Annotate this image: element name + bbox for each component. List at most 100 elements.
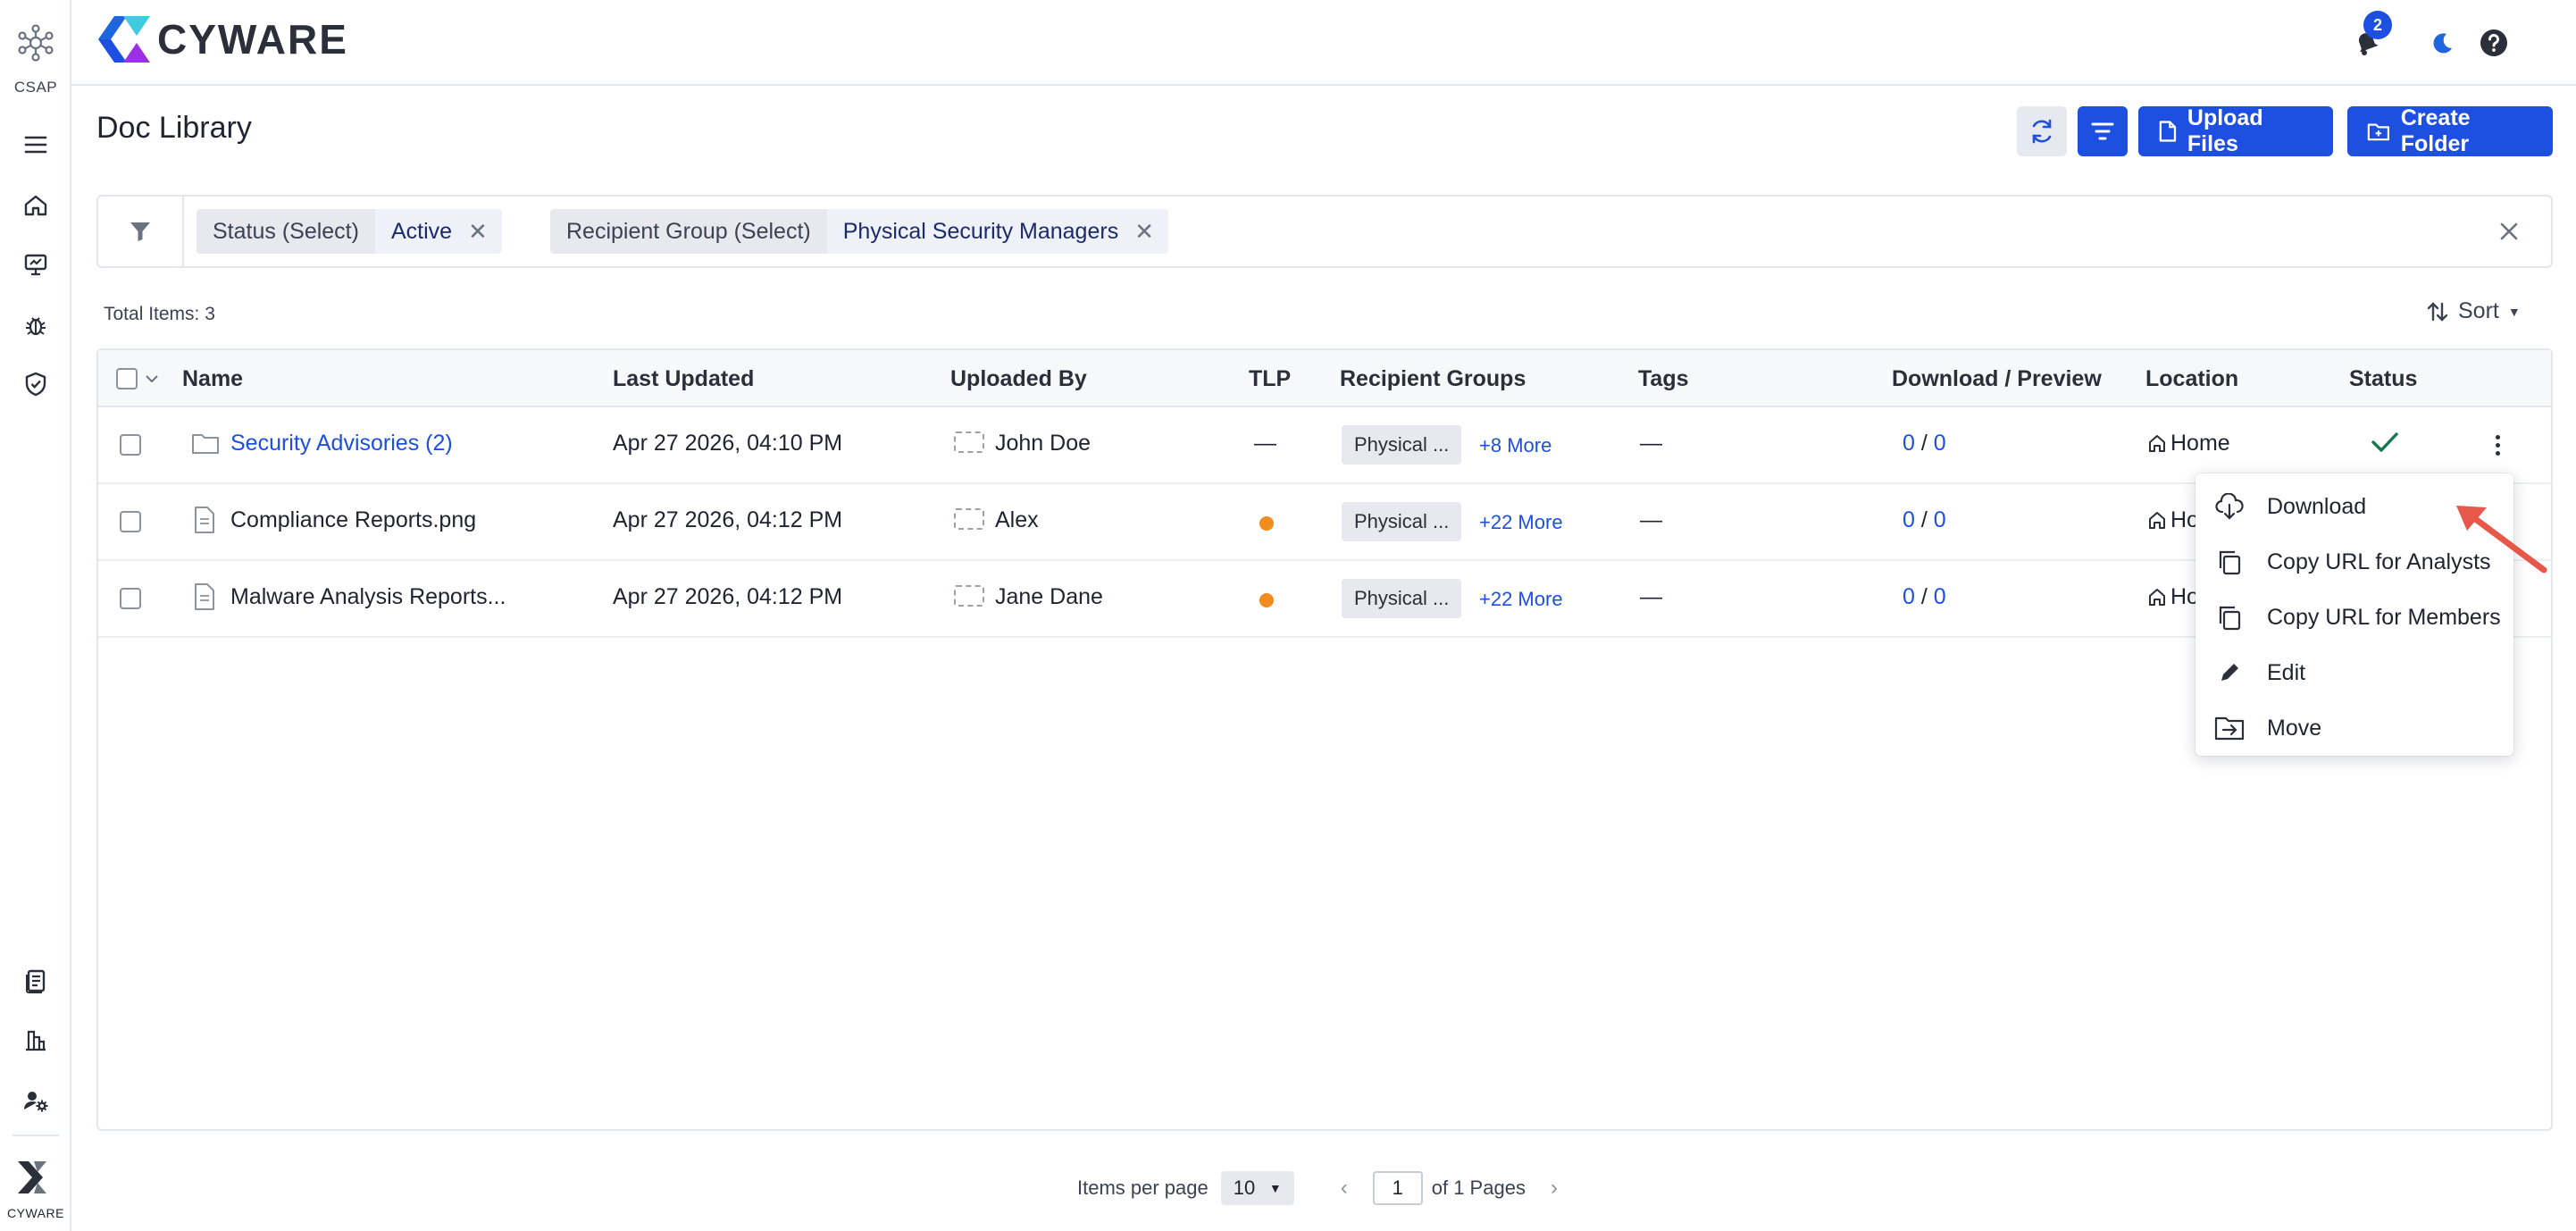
filter-chip-recipient-group: Recipient Group (Select) Physical Securi… (550, 209, 1168, 254)
chevron-down-icon: ▼ (2507, 304, 2521, 319)
filter-chip-status: Status (Select) Active ✕ (197, 209, 502, 254)
menu-item-copy-url-members[interactable]: Copy URL for Members (2195, 590, 2513, 645)
chevron-down-icon[interactable] (145, 373, 159, 384)
row-name[interactable]: Malware Analysis Reports... (230, 584, 506, 610)
row-tags-empty: — (1640, 431, 1662, 456)
more-groups-link[interactable]: +22 More (1479, 588, 1563, 611)
filter-funnel-icon[interactable] (98, 197, 184, 266)
shield-icon[interactable] (20, 368, 52, 400)
row-name-link[interactable]: Security Advisories (2) (230, 431, 453, 456)
user-settings-icon[interactable] (20, 1084, 52, 1117)
status-active-check-icon (2371, 432, 2398, 452)
filter-chip-value-text: Physical Security Managers (842, 218, 1119, 244)
help-icon[interactable] (2476, 25, 2512, 61)
download-count[interactable]: 0 (1903, 431, 1915, 456)
row-location[interactable]: Ho (2147, 584, 2199, 610)
refresh-icon (2032, 119, 2052, 144)
page-title: Doc Library (96, 111, 252, 145)
user-placeholder-icon (954, 431, 984, 454)
home-icon (2149, 435, 2165, 452)
table-row[interactable]: Security Advisories (2) Apr 27 2026, 04:… (98, 407, 2551, 484)
column-header-recipient-groups[interactable]: Recipient Groups (1340, 366, 1526, 392)
sort-button[interactable]: Sort ▼ (2426, 298, 2521, 324)
upload-files-label: Upload Files (2187, 105, 2263, 156)
building-icon[interactable] (20, 1024, 52, 1056)
download-count[interactable]: 0 (1903, 584, 1915, 609)
uploader-name: Jane Dane (995, 584, 1103, 609)
row-last-updated: Apr 27 2026, 04:12 PM (613, 584, 843, 609)
monitor-icon[interactable] (20, 248, 52, 281)
cyware-brand[interactable]: CYWARE (96, 13, 348, 66)
user-placeholder-icon (954, 585, 984, 607)
more-groups-link[interactable]: +8 More (1479, 434, 1551, 457)
remove-filter-icon[interactable]: ✕ (1134, 218, 1154, 246)
recipient-group-pill[interactable]: Physical ... (1342, 502, 1462, 541)
column-header-tags[interactable]: Tags (1638, 366, 1689, 392)
refresh-button[interactable] (2017, 106, 2067, 156)
column-header-tlp[interactable]: TLP (1249, 366, 1291, 392)
column-header-location[interactable]: Location (2145, 366, 2238, 392)
next-page-chevron-icon[interactable]: › (1551, 1176, 1558, 1201)
row-checkbox[interactable] (120, 588, 141, 609)
menu-item-label: Copy URL for Members (2267, 604, 2501, 630)
location-text: Home (2170, 431, 2230, 456)
preview-count[interactable]: 0 (1934, 584, 1946, 609)
menu-item-label: Download (2267, 493, 2367, 519)
row-uploaded-by: John Doe (954, 431, 1091, 456)
preview-count[interactable]: 0 (1934, 431, 1946, 456)
prev-page-chevron-icon[interactable]: ‹ (1341, 1176, 1348, 1201)
document-report-icon[interactable] (20, 965, 52, 997)
row-uploaded-by: Jane Dane (954, 584, 1103, 610)
column-header-status[interactable]: Status (2349, 366, 2417, 392)
recipient-group-pill[interactable]: Physical ... (1342, 579, 1462, 618)
upload-files-button[interactable]: Upload Files (2138, 105, 2333, 156)
documents-table: Name Last Updated Uploaded By TLP Recipi… (96, 348, 2553, 1131)
menu-item-move[interactable]: Move (2195, 700, 2513, 756)
column-header-download-preview[interactable]: Download / Preview (1892, 366, 2102, 392)
download-count[interactable]: 0 (1903, 507, 1915, 532)
folder-move-icon (2212, 710, 2247, 746)
cyware-brand-icon (98, 16, 150, 63)
items-per-page-label: Items per page (1077, 1177, 1209, 1199)
row-location[interactable]: Ho (2147, 507, 2199, 533)
column-header-uploaded-by[interactable]: Uploaded By (950, 366, 1087, 392)
select-all-checkbox[interactable] (116, 368, 138, 389)
pencil-icon (2212, 655, 2247, 691)
hamburger-menu-icon[interactable] (20, 129, 52, 161)
filter-lines-icon (2091, 122, 2114, 140)
row-actions-kebab-icon[interactable] (2485, 429, 2510, 461)
remove-filter-icon[interactable]: ✕ (468, 218, 488, 246)
row-checkbox[interactable] (120, 434, 141, 456)
table-row[interactable]: Malware Analysis Reports... Apr 27 2026,… (98, 561, 2551, 638)
row-name[interactable]: Compliance Reports.png (230, 507, 476, 533)
copy-icon (2212, 544, 2247, 580)
filter-toggle-button[interactable] (2078, 106, 2128, 156)
home-icon (2149, 512, 2165, 529)
clear-filters-icon[interactable] (2494, 216, 2524, 247)
more-groups-link[interactable]: +22 More (1479, 511, 1563, 534)
column-header-last-updated[interactable]: Last Updated (613, 366, 754, 392)
create-folder-label: Create Folder (2400, 105, 2471, 156)
row-tags-empty: — (1640, 507, 1662, 532)
row-location[interactable]: Home (2147, 431, 2230, 456)
home-icon (2149, 589, 2165, 606)
recipient-group-pill[interactable]: Physical ... (1342, 425, 1462, 465)
table-row[interactable]: Compliance Reports.png Apr 27 2026, 04:1… (98, 484, 2551, 561)
dark-mode-moon-icon[interactable] (2424, 25, 2460, 61)
notification-badge: 2 (2363, 11, 2392, 39)
row-download-preview: 0 / 0 (1903, 507, 1946, 532)
csap-logo-icon[interactable] (16, 23, 55, 63)
row-tags-empty: — (1640, 584, 1662, 609)
items-per-page-select[interactable]: 10 ▼ (1220, 1171, 1294, 1205)
home-icon[interactable] (20, 189, 52, 222)
preview-count[interactable]: 0 (1934, 507, 1946, 532)
create-folder-button[interactable]: Create Folder (2347, 105, 2553, 156)
user-placeholder-icon (954, 508, 984, 531)
menu-item-edit[interactable]: Edit (2195, 645, 2513, 700)
table-header: Name Last Updated Uploaded By TLP Recipi… (98, 350, 2551, 407)
current-page-input[interactable]: 1 (1372, 1171, 1423, 1205)
row-checkbox[interactable] (120, 511, 141, 532)
column-header-name[interactable]: Name (182, 366, 243, 392)
bug-icon[interactable] (20, 309, 52, 341)
uploader-name: John Doe (995, 431, 1091, 456)
